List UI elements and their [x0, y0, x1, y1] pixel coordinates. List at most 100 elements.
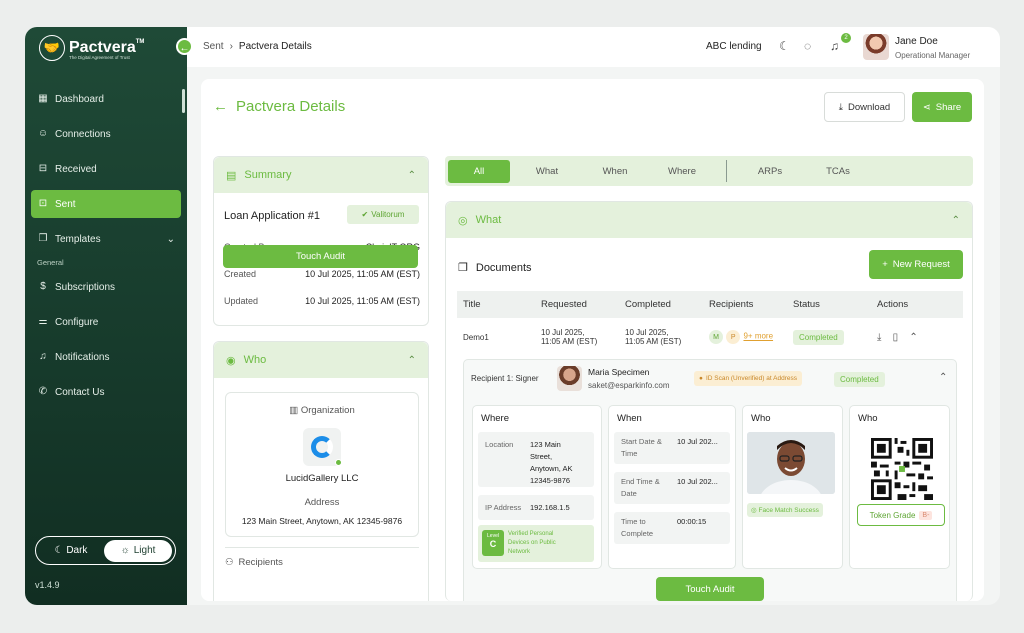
sidebar-item-contact-us[interactable]: ✆ Contact Us [31, 378, 181, 406]
tab-all[interactable]: All [448, 159, 510, 183]
what-header[interactable]: ◎ What ⌃ [446, 202, 972, 238]
summary-header[interactable]: ▤ Summary ⌃ [214, 157, 428, 193]
sidebar-scrollbar[interactable] [182, 89, 185, 113]
chevron-right-icon: › [229, 41, 233, 52]
app-window: 🤝 PactveraTM The Digital Agreement of Tr… [25, 27, 1000, 605]
sidebar-item-dashboard[interactable]: ▦ Dashboard [31, 85, 181, 113]
share-button[interactable]: ⋖ Share [912, 92, 972, 122]
who-header[interactable]: ◉ Who ⌃ [214, 342, 428, 378]
tab-when[interactable]: When [584, 160, 646, 183]
theme-dark-option[interactable]: ☾ Dark [38, 545, 104, 556]
breadcrumb-sent[interactable]: Sent [203, 41, 224, 52]
chevron-up-icon[interactable]: ⌃ [909, 332, 917, 343]
where-title: Where [481, 413, 509, 424]
who-qr-title: Who [858, 413, 878, 424]
breadcrumb: Sent › Pactvera Details [203, 41, 312, 52]
plus-icon: + [882, 259, 888, 270]
tab-arps[interactable]: ARPs [735, 160, 805, 183]
address-value: 123 Main Street, Anytown, AK 12345-9876 [241, 516, 403, 526]
table-row[interactable]: Demo1 10 Jul 2025, 11:05 AM (EST) 10 Jul … [457, 318, 963, 356]
tab-separator [726, 160, 727, 182]
new-request-button[interactable]: + New Request [869, 250, 963, 279]
chevron-up-icon[interactable]: ⌃ [952, 215, 960, 226]
grid-icon: ▦ [38, 93, 48, 104]
sliders-icon: ⚌ [38, 316, 48, 327]
document-icon: ❐ [458, 262, 468, 274]
column-actions: Actions [877, 299, 909, 310]
chevron-up-icon[interactable]: ⌃ [408, 355, 416, 366]
sidebar-item-received[interactable]: ⊟ Received [31, 155, 181, 183]
filter-tabs: All What When Where ARPs TCAs [445, 156, 973, 186]
main-content: ← Pactvera Details ⤓ Download ⋖ Share ▤ … [201, 79, 984, 601]
chat-icon[interactable]: ◌ [804, 39, 811, 53]
collapse-sidebar-button[interactable]: ← [176, 38, 193, 55]
tab-what[interactable]: What [510, 160, 584, 183]
org-switcher[interactable]: ABC lending [706, 41, 762, 52]
avatar [557, 366, 582, 391]
share-icon: ⋖ [922, 101, 931, 113]
qr-code[interactable] [871, 438, 933, 500]
handshake-icon: 🤝 [39, 35, 65, 61]
notification-badge: 2 [841, 33, 851, 43]
table-header: Title Requested Completed Recipients Sta… [457, 291, 963, 318]
back-arrow-icon[interactable]: ← [213, 98, 228, 115]
column-recipients: Recipients [709, 299, 754, 310]
sidebar: 🤝 PactveraTM The Digital Agreement of Tr… [25, 27, 187, 605]
tab-where[interactable]: Where [646, 160, 718, 183]
row-title: Demo1 [463, 332, 489, 342]
download-icon[interactable]: ⤓ [877, 332, 881, 343]
sidebar-item-notifications[interactable]: ♫ Notifications [31, 343, 181, 371]
building-icon: ▥ [289, 405, 299, 416]
sidebar-item-label: Connections [55, 128, 111, 140]
sidebar-item-label: Configure [55, 316, 99, 328]
download-button[interactable]: ⤓ Download [824, 92, 905, 122]
created-row: Created 10 Jul 2025, 11:05 AM (EST) [224, 269, 420, 279]
moon-icon[interactable]: ☾ [779, 39, 790, 53]
page-title: ← Pactvera Details [213, 98, 346, 115]
file-icon[interactable]: ▯ [893, 332, 899, 343]
start-box: Start Date & Time 10 Jul 202... [614, 432, 730, 464]
check-circle-icon: ✔ [361, 210, 369, 219]
document-icon: ❐ [38, 233, 48, 244]
chevron-up-icon[interactable]: ⌃ [408, 170, 416, 181]
sidebar-section-general: General [37, 258, 64, 267]
sidebar-item-templates[interactable]: ❐ Templates ⌄ [31, 225, 181, 253]
recipient-chip[interactable]: M [709, 330, 723, 344]
recipient-touch-audit-button[interactable]: Touch Audit [656, 577, 764, 601]
recipient-label: Recipient 1: Signer [471, 374, 539, 383]
dollar-icon: $ [40, 281, 46, 292]
breadcrumb-current: Pactvera Details [238, 41, 312, 52]
sidebar-item-configure[interactable]: ⚌ Configure [31, 308, 181, 336]
recipient-chip[interactable]: P [726, 330, 741, 344]
recipient-name: Maria Specimen [588, 367, 650, 377]
theme-light-option[interactable]: ☼ Light [104, 539, 172, 562]
end-box: End Time & Date 10 Jul 202... [614, 472, 730, 504]
verified-device-badge: Level C Verified Personal Devices on Publi… [478, 525, 594, 562]
who-photo-panel: Who ◎ Face Match Success [742, 405, 843, 569]
row-recipients: M P 9+ more [709, 330, 793, 344]
person-photo[interactable] [747, 432, 835, 494]
token-grade-badge: Token Grade B- [857, 504, 945, 526]
avatar[interactable] [863, 34, 889, 60]
recipient-header[interactable]: Recipient 1: Signer Maria Specimen saket… [464, 360, 956, 397]
updated-row: Updated 10 Jul 2025, 11:05 AM (EST) [224, 296, 420, 306]
more-recipients-link[interactable]: 9+ more [743, 332, 773, 341]
location-box: Location 123 Main Street, Anytown, AK 12… [478, 432, 594, 487]
chevron-up-icon[interactable]: ⌃ [939, 372, 947, 383]
who-qr-panel: Who Token Grade B- [849, 405, 950, 569]
level-badge: Level C [482, 530, 504, 556]
column-title: Title [463, 299, 481, 310]
summary-icon: ▤ [226, 169, 237, 182]
tab-tcas[interactable]: TCAs [805, 160, 871, 183]
contact-icon: ☺ [37, 128, 49, 139]
bell-icon[interactable]: ♫ [830, 39, 839, 53]
sidebar-item-connections[interactable]: ☺ Connections [31, 120, 181, 148]
theme-toggle[interactable]: ☾ Dark ☼ Light [35, 536, 176, 565]
status-badge: Completed [793, 329, 844, 345]
time-to-complete-box: Time to Complete 00:00:15 [614, 512, 730, 544]
documents-table: Title Requested Completed Recipients Sta… [457, 291, 963, 356]
touch-audit-button[interactable]: Touch Audit [223, 245, 418, 268]
sidebar-item-subscriptions[interactable]: $ Subscriptions [31, 273, 181, 301]
sidebar-item-sent[interactable]: ⊡ Sent [31, 190, 181, 218]
brand-tagline: The Digital Agreement of Trust [69, 55, 130, 60]
